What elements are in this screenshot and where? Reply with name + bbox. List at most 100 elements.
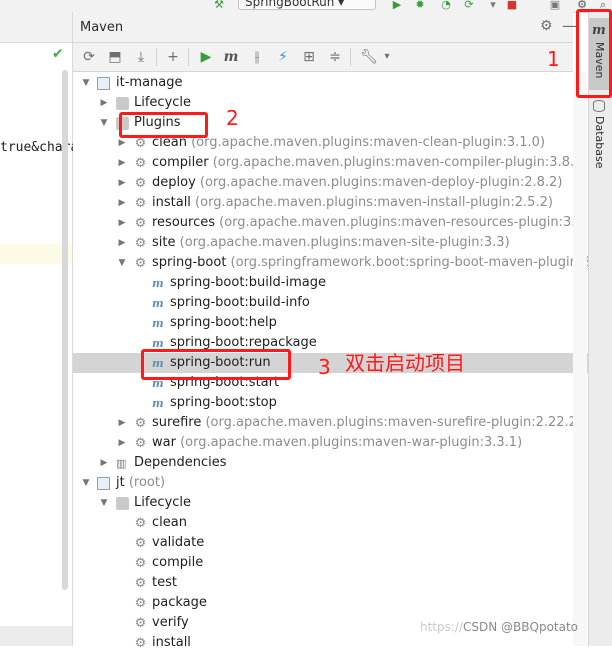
- hammer-icon[interactable]: ⚒: [212, 0, 226, 10]
- annotation-box-run-goal: [141, 349, 291, 380]
- tree-row[interactable]: ▶ ⚙ deploy (org.apache.maven.plugins:maven…: [73, 173, 588, 193]
- tree-row-name: spring-boot:stop: [170, 395, 277, 410]
- tree-row-detail: (org.apache.maven.plugins:maven-compiler…: [208, 155, 588, 170]
- expand-arrow-down-icon[interactable]: ▼: [98, 493, 110, 513]
- tree-row-label: verify: [152, 613, 189, 633]
- plugin-gear-icon: ⚙: [134, 256, 147, 271]
- expand-arrow-right-icon[interactable]: ▶: [116, 413, 128, 433]
- plugin-gear-icon: ⚙: [134, 176, 147, 191]
- tree-row[interactable]: ▶ ⚙ resources (org.apache.maven.plugins:ma…: [73, 213, 588, 233]
- run-icon[interactable]: ▶: [390, 0, 404, 10]
- tree-row-name: validate: [152, 535, 205, 550]
- profile-icon[interactable]: ⟳: [462, 0, 476, 10]
- tree-row-name: Lifecycle: [134, 495, 192, 510]
- tree-row[interactable]: m spring-boot:stop: [73, 393, 588, 413]
- toolbar-separator: [350, 48, 351, 66]
- editor-scrollbar[interactable]: [62, 70, 68, 590]
- tree-row[interactable]: ⚙ clean: [73, 513, 588, 533]
- tree-row[interactable]: ▶ ⚙ war (org.apache.maven.plugins:maven-wa…: [73, 433, 588, 453]
- tree-row-name: war: [152, 435, 176, 450]
- project-structure-icon[interactable]: ▣: [548, 0, 562, 10]
- tree-row-label: compile: [152, 553, 203, 573]
- expand-arrow-right-icon[interactable]: ▶: [116, 153, 128, 173]
- maven-settings-icon[interactable]: 🔧︎: [360, 48, 378, 66]
- tree-row[interactable]: m spring-boot:build-image: [73, 273, 588, 293]
- tree-row-label: test: [152, 573, 177, 593]
- tree-row-label: spring-boot:help: [170, 313, 277, 333]
- expand-arrow-right-icon[interactable]: ▶: [116, 433, 128, 453]
- annotation-number-1: 1: [547, 47, 560, 71]
- tree-scrollbar[interactable]: [573, 72, 587, 646]
- gear-icon[interactable]: ⚙: [540, 18, 553, 34]
- expand-arrow-right-icon[interactable]: ▶: [98, 93, 110, 113]
- download-icon[interactable]: ⤓: [132, 48, 150, 66]
- database-side-tab[interactable]: Database: [593, 116, 606, 169]
- tree-row[interactable]: m spring-boot:build-info: [73, 293, 588, 313]
- generate-sources-icon[interactable]: ⬒: [106, 48, 124, 66]
- tree-row-detail: (org.springframework.boot:spring-boot-ma…: [226, 255, 588, 270]
- tree-row-label: resources (org.apache.maven.plugins:mave…: [152, 213, 588, 233]
- tree-row[interactable]: ⚙ package: [73, 593, 588, 613]
- annotation-box-plugins: [119, 112, 208, 138]
- run-config-label: SpringBootRun: [245, 0, 335, 9]
- tree-row[interactable]: ▶ Lifecycle: [73, 93, 588, 113]
- expand-arrow-down-icon[interactable]: ▼: [80, 73, 92, 93]
- tree-row-detail: (org.apache.maven.plugins:maven-surefire…: [201, 415, 583, 430]
- debug-icon[interactable]: ✹: [413, 0, 427, 10]
- settings-dropdown-icon[interactable]: ▾: [378, 48, 396, 66]
- plugin-gear-icon: ⚙: [134, 416, 147, 431]
- tree-row[interactable]: ▼ it-manage: [73, 73, 588, 93]
- expand-arrow-down-icon[interactable]: ▼: [80, 473, 92, 493]
- tree-row-name: clean: [152, 515, 187, 530]
- expand-arrow-down-icon[interactable]: ▼: [98, 113, 110, 133]
- reload-icon[interactable]: ⟳: [80, 48, 98, 66]
- tree-row-name: spring-boot:build-info: [170, 295, 310, 310]
- toggle-offline-icon[interactable]: ⫲: [248, 48, 266, 66]
- tree-row[interactable]: ▼ jt (root): [73, 473, 588, 493]
- tree-row-detail: (org.apache.maven.plugins:maven-resource…: [215, 215, 588, 230]
- project-icon: [97, 477, 110, 490]
- tree-row-label: clean (org.apache.maven.plugins:maven-cl…: [152, 133, 545, 153]
- tree-row[interactable]: ▼ Lifecycle: [73, 493, 588, 513]
- tree-row[interactable]: ▶ ⚙ site (org.apache.maven.plugins:maven-s…: [73, 233, 588, 253]
- execute-goal-icon[interactable]: m: [222, 48, 240, 66]
- tree-row[interactable]: ⚙ test: [73, 573, 588, 593]
- plugin-gear-icon: ⚙: [134, 636, 147, 651]
- tree-row-name: spring-boot:build-image: [170, 275, 326, 290]
- tree-row-name: jt: [116, 475, 125, 490]
- tree-row-detail: (org.apache.maven.plugins:maven-install-…: [190, 195, 553, 210]
- stop-icon[interactable]: ■: [505, 0, 519, 10]
- plugin-gear-icon: ⚙: [134, 536, 147, 551]
- tree-row[interactable]: m spring-boot:help: [73, 313, 588, 333]
- tree-row-name: spring-boot:help: [170, 315, 277, 330]
- run-config-select[interactable]: SpringBootRun ▾: [238, 0, 376, 10]
- tree-row-label: spring-boot:build-info: [170, 293, 310, 313]
- show-dependencies-icon[interactable]: ⊞: [300, 48, 318, 66]
- coverage-icon[interactable]: ◔: [439, 0, 453, 10]
- tree-row[interactable]: ▼ ⚙ spring-boot (org.springframework.boot:…: [73, 253, 588, 273]
- expand-arrow-right-icon[interactable]: ▶: [98, 453, 110, 473]
- tree-row[interactable]: ⚙ compile: [73, 553, 588, 573]
- expand-arrow-right-icon[interactable]: ▶: [116, 233, 128, 253]
- more-run-icon[interactable]: ▾: [486, 0, 500, 10]
- tree-row[interactable]: ⚙ validate: [73, 533, 588, 553]
- expand-arrow-right-icon[interactable]: ▶: [116, 173, 128, 193]
- maven-goal-icon: m: [152, 277, 164, 290]
- tree-row[interactable]: ⚙ install: [73, 633, 588, 653]
- expand-arrow-right-icon[interactable]: ▶: [116, 193, 128, 213]
- expand-arrow-down-icon[interactable]: ▼: [116, 253, 128, 273]
- tree-row-label: spring-boot:build-image: [170, 273, 326, 293]
- tree-row-label: jt (root): [116, 473, 165, 493]
- tree-row[interactable]: ▶ ⚙ surefire (org.apache.maven.plugins:mav…: [73, 413, 588, 433]
- run-maven-icon[interactable]: ▶: [197, 48, 215, 66]
- add-project-icon[interactable]: +: [164, 48, 182, 66]
- maven-goal-icon: m: [152, 317, 164, 330]
- tree-row-label: compiler (org.apache.maven.plugins:maven…: [152, 153, 587, 173]
- skip-tests-icon[interactable]: ⚡: [274, 48, 292, 66]
- expand-arrow-right-icon[interactable]: ▶: [116, 213, 128, 233]
- collapse-all-icon[interactable]: ≑: [326, 48, 344, 66]
- tree-row[interactable]: ▶ ⚙ compiler (org.apache.maven.plugins:mav…: [73, 153, 588, 173]
- tree-row[interactable]: ▶ ▥ Dependencies: [73, 453, 588, 473]
- plugin-gear-icon: ⚙: [134, 156, 147, 171]
- tree-row[interactable]: ▶ ⚙ install (org.apache.maven.plugins:mave…: [73, 193, 588, 213]
